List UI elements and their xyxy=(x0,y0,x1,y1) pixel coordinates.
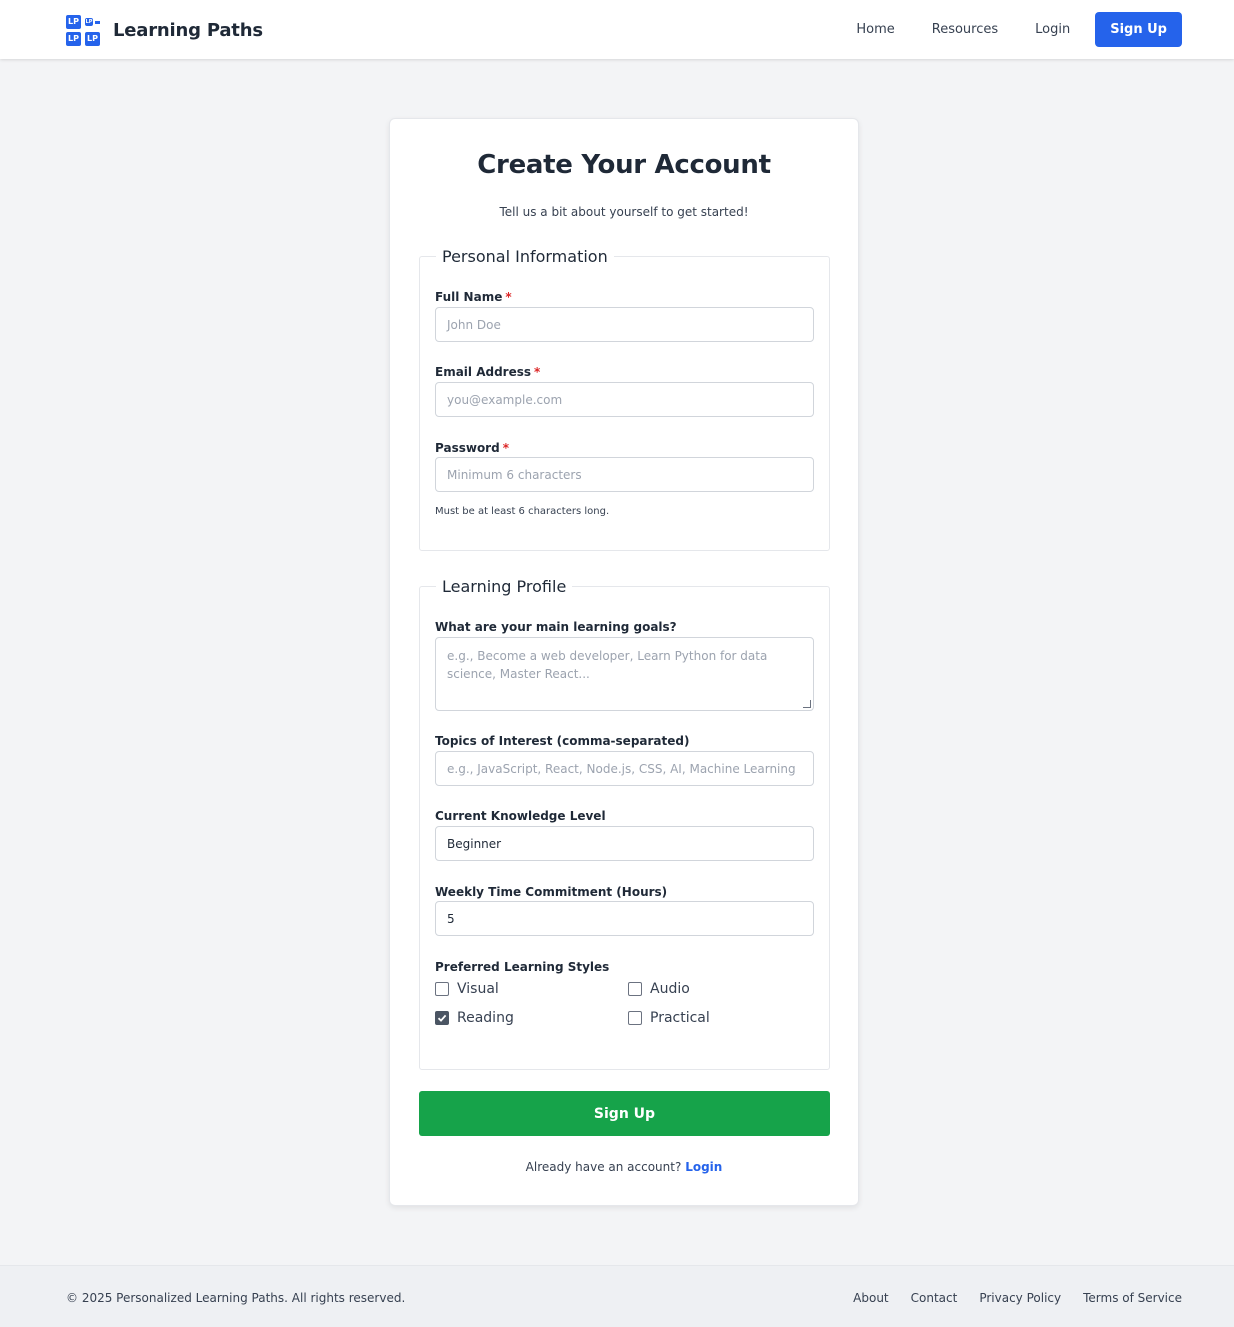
level-select[interactable]: Beginner xyxy=(435,826,814,861)
nav-signup-button[interactable]: Sign Up xyxy=(1095,12,1182,47)
full-name-label: Full Name * xyxy=(435,290,512,304)
brand-name: Learning Paths xyxy=(113,19,263,41)
footer-link-privacy[interactable]: Privacy Policy xyxy=(979,1291,1061,1305)
full-name-input[interactable]: John Doe xyxy=(435,307,814,342)
logo-icon: LP LP LP LP xyxy=(66,14,101,46)
nav-login[interactable]: Login xyxy=(1035,22,1070,37)
styles-label: Preferred Learning Styles xyxy=(435,960,610,974)
time-label: Weekly Time Commitment (Hours) xyxy=(435,885,668,899)
goals-textarea[interactable]: e.g., Become a web developer, Learn Pyth… xyxy=(435,637,814,711)
brand[interactable]: LP LP LP LP Learning Paths xyxy=(66,14,263,46)
email-input[interactable]: you@example.com xyxy=(435,382,814,417)
page-title: Create Your Account xyxy=(477,150,771,180)
nav-resources[interactable]: Resources xyxy=(932,22,998,37)
login-link[interactable]: Login xyxy=(685,1160,722,1174)
password-input[interactable]: Minimum 6 characters xyxy=(435,457,814,492)
nav-menu: Home Resources Login Sign Up xyxy=(856,12,1182,47)
login-prompt: Already have an account? Login xyxy=(525,1160,723,1174)
checkbox-reading[interactable] xyxy=(435,1011,449,1025)
copyright-text: © 2025 Personalized Learning Paths. All … xyxy=(66,1291,406,1305)
signup-card: Create Your Account Tell us a bit about … xyxy=(389,118,859,1206)
style-option-practical[interactable]: Practical xyxy=(628,1010,710,1026)
goals-label: What are your main learning goals? xyxy=(435,620,677,634)
password-hint: Must be at least 6 characters long. xyxy=(435,506,610,517)
level-label: Current Knowledge Level xyxy=(435,809,606,823)
topics-label: Topics of Interest (comma-separated) xyxy=(435,734,690,748)
check-icon xyxy=(437,1014,447,1022)
time-input[interactable]: 5 xyxy=(435,901,814,936)
nav-home[interactable]: Home xyxy=(856,22,894,37)
style-option-visual[interactable]: Visual xyxy=(435,981,499,997)
footer-links: About Contact Privacy Policy Terms of Se… xyxy=(853,1291,1182,1305)
style-option-reading[interactable]: Reading xyxy=(435,1010,514,1026)
learning-profile-fieldset: Learning Profile What are your main lear… xyxy=(419,577,830,1070)
style-option-audio[interactable]: Audio xyxy=(628,981,690,997)
required-marker: * xyxy=(502,441,509,455)
topics-input[interactable]: e.g., JavaScript, React, Node.js, CSS, A… xyxy=(435,751,814,786)
checkbox-audio[interactable] xyxy=(628,982,642,996)
personal-info-legend: Personal Information xyxy=(442,247,608,266)
resize-handle-icon[interactable] xyxy=(803,700,811,708)
checkbox-visual[interactable] xyxy=(435,982,449,996)
password-label: Password * xyxy=(435,441,509,455)
top-navbar: LP LP LP LP Learning Paths Home Resource… xyxy=(0,0,1234,59)
email-label: Email Address * xyxy=(435,365,541,379)
footer-link-about[interactable]: About xyxy=(853,1291,888,1305)
footer-link-terms[interactable]: Terms of Service xyxy=(1083,1291,1182,1305)
footer-link-contact[interactable]: Contact xyxy=(911,1291,958,1305)
personal-info-fieldset: Personal Information Full Name * John Doe… xyxy=(419,247,830,551)
checkbox-practical[interactable] xyxy=(628,1011,642,1025)
required-marker: * xyxy=(505,290,512,304)
footer: © 2025 Personalized Learning Paths. All … xyxy=(0,1265,1234,1327)
page-subtitle: Tell us a bit about yourself to get star… xyxy=(499,205,749,219)
submit-signup-button[interactable]: Sign Up xyxy=(419,1091,830,1136)
required-marker: * xyxy=(534,365,541,379)
learning-profile-legend: Learning Profile xyxy=(442,577,567,596)
